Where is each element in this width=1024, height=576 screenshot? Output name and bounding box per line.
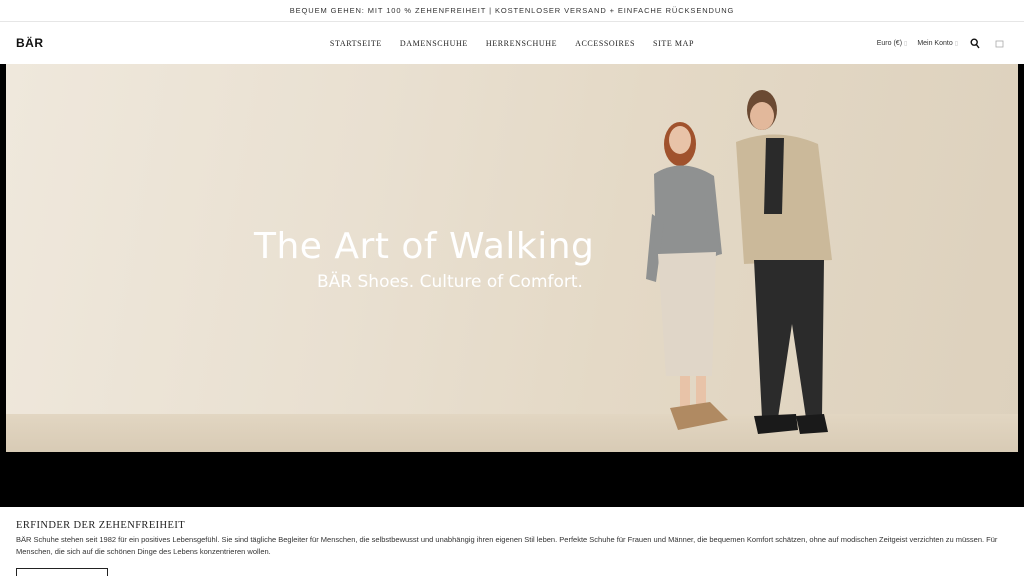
header-utilities: Euro (€) ▯ Mein Konto ▯ xyxy=(877,22,1006,64)
section-heading: ERFINDER DER ZEHENFREIHEIT xyxy=(16,520,186,531)
announcement-bar: BEQUEM GEHEN: MIT 100 % ZEHENFREIHEIT | … xyxy=(0,0,1024,22)
account-label: Mein Konto xyxy=(917,39,953,47)
nav-startseite[interactable]: STARTSEITE xyxy=(330,39,382,48)
cart-icon[interactable] xyxy=(992,36,1006,50)
nav-damenschuhe[interactable]: DAMENSCHUHE xyxy=(400,39,468,48)
brand-logo[interactable]: BÄR xyxy=(16,36,44,50)
search-icon[interactable] xyxy=(968,36,982,50)
cta-button[interactable] xyxy=(16,568,108,576)
chevron-down-icon: ▯ xyxy=(904,40,908,47)
currency-label: Euro (€) xyxy=(876,39,903,47)
announcement-text: BEQUEM GEHEN: MIT 100 % ZEHENFREIHEIT | … xyxy=(289,6,735,15)
nav-accessoires[interactable]: ACCESSOIRES xyxy=(575,39,635,48)
user-icon: ▯ xyxy=(954,40,958,47)
account-link[interactable]: Mein Konto ▯ xyxy=(917,40,958,47)
site-header: BÄR STARTSEITE DAMENSCHUHE HERRENSCHUHE … xyxy=(0,22,1024,64)
hero-banner[interactable]: The Art of Walking BÄR Shoes. Culture of… xyxy=(0,64,1024,507)
hero-title: The Art of Walking xyxy=(254,226,595,267)
main-nav: STARTSEITE DAMENSCHUHE HERRENSCHUHE ACCE… xyxy=(0,22,1024,64)
nav-herrenschuhe[interactable]: HERRENSCHUHE xyxy=(486,39,557,48)
currency-selector[interactable]: Euro (€) ▯ xyxy=(877,40,908,47)
hero-subtitle: BÄR Shoes. Culture of Comfort. xyxy=(317,272,583,292)
about-section: ERFINDER DER ZEHENFREIHEIT BÄR Schuhe st… xyxy=(16,520,1008,558)
hero-image[interactable]: The Art of Walking BÄR Shoes. Culture of… xyxy=(6,64,1018,452)
section-text: BÄR Schuhe stehen seit 1982 für ein posi… xyxy=(16,535,998,556)
nav-site-map[interactable]: SITE MAP xyxy=(653,39,694,48)
